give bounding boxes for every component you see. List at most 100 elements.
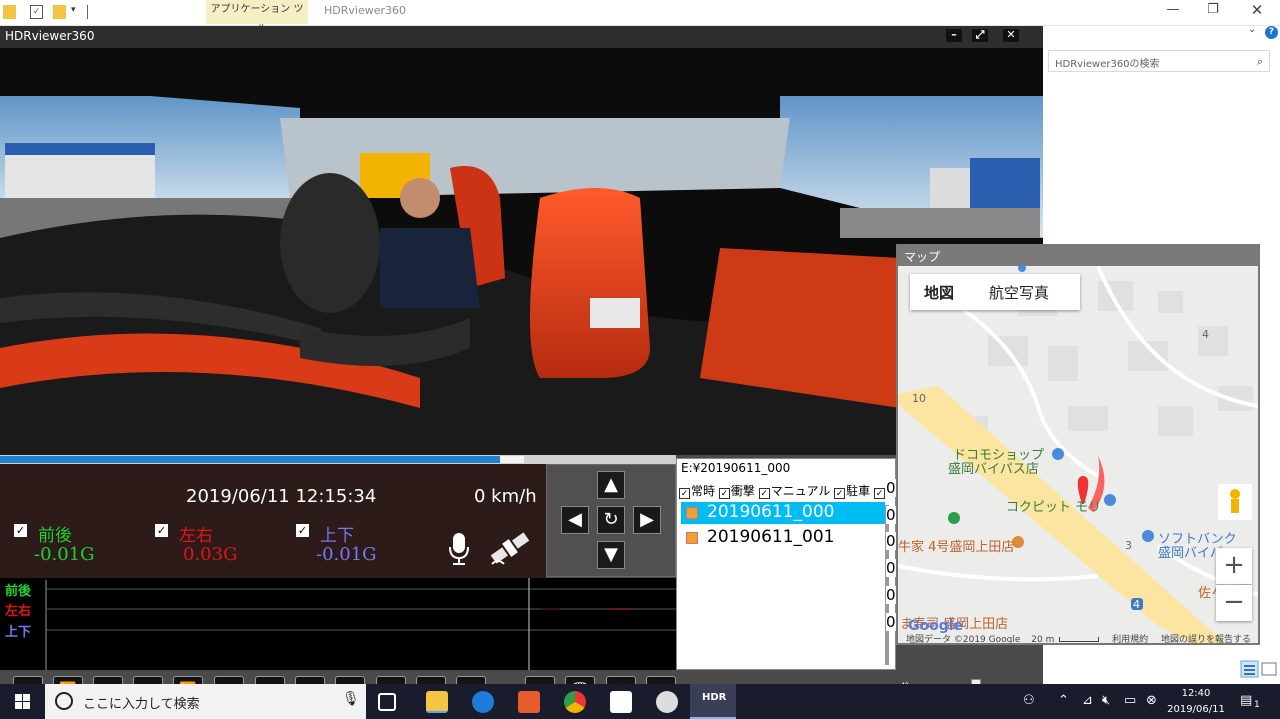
close-button[interactable]: ✕ bbox=[1003, 29, 1019, 42]
pan-up-button[interactable]: ▲ bbox=[597, 471, 625, 499]
help-icon[interactable]: ? bbox=[1265, 26, 1278, 39]
app-title: HDRviewer360 bbox=[5, 29, 95, 43]
left-right-checkbox[interactable]: ✓ bbox=[155, 524, 168, 537]
tab-application-tools[interactable]: アプリケーション ツール bbox=[206, 0, 308, 35]
file-explorer-icon[interactable] bbox=[426, 691, 448, 713]
filter-manual-checkbox[interactable]: ✓ bbox=[758, 488, 770, 499]
tab-aerial[interactable]: 航空写真 bbox=[989, 282, 1049, 303]
map-place-docomo-sub[interactable]: 盛岡バイパス店 bbox=[948, 458, 1039, 477]
report-error-link[interactable]: 地図の誤りを報告する bbox=[1161, 635, 1251, 643]
map-place-gyuya[interactable]: 牛家 4号盛岡上田店 bbox=[898, 536, 1014, 555]
search-placeholder: HDRviewer360の検索 bbox=[1055, 59, 1160, 70]
progress-handle[interactable] bbox=[500, 456, 524, 463]
map-route-number: 4 bbox=[1202, 328, 1209, 341]
taskbar-clock[interactable]: 12:40 2019/06/11 bbox=[1166, 686, 1226, 718]
file-row[interactable]: 20190611_001 bbox=[681, 527, 885, 549]
status-panel: 2019/06/11 12:15:34 0 km/h ✓ 前後 -0.01G ✓… bbox=[0, 464, 546, 578]
close-button[interactable]: ✕ bbox=[1237, 0, 1277, 22]
video-viewer[interactable] bbox=[0, 48, 1043, 455]
progress-fill bbox=[0, 456, 500, 463]
network-icon[interactable]: ⊿ bbox=[1082, 693, 1093, 708]
notification-count: 1 bbox=[1254, 700, 1260, 710]
properties-icon[interactable]: ✓ bbox=[30, 5, 43, 19]
front-back-label: 前後 bbox=[38, 526, 72, 546]
view-direction-pad: ▲ ◀ ↻ ▶ ▼ bbox=[546, 464, 676, 577]
close-circle-icon[interactable]: ⊗ bbox=[1146, 693, 1157, 708]
filter-impact[interactable]: ✓ 衝撃 bbox=[718, 484, 755, 499]
playback-progress-bar[interactable] bbox=[0, 455, 676, 464]
microphone-icon[interactable] bbox=[448, 532, 470, 566]
map-route-number: 4 bbox=[1133, 598, 1140, 611]
tab-map[interactable]: 地図 bbox=[924, 282, 954, 303]
minimize-button[interactable]: — bbox=[1153, 0, 1193, 22]
up-down-checkbox[interactable]: ✓ bbox=[296, 524, 309, 537]
zoom-in-button[interactable]: + bbox=[1216, 548, 1252, 584]
windows-start-icon[interactable] bbox=[0, 684, 45, 719]
maximize-button[interactable]: ⤢ bbox=[972, 29, 988, 42]
speed-readout: 0 km/h bbox=[474, 486, 537, 507]
filter-impact-label: 衝撃 bbox=[730, 484, 755, 498]
map-scale: 20 m bbox=[1031, 635, 1055, 645]
chevron-down-icon[interactable]: ⌄ bbox=[1248, 24, 1256, 35]
side-value: 0 bbox=[886, 559, 896, 577]
left-right-value: 0.03G bbox=[183, 544, 238, 565]
pan-right-button[interactable]: ▶ bbox=[633, 506, 661, 534]
map-type-tabs: 地図 航空写真 bbox=[910, 274, 1080, 310]
map-window[interactable]: マップ 地図 航空写真 10 4 ドコモショップ 盛岡バイパス店 コクピット モ… bbox=[896, 244, 1260, 645]
explorer-ribbon-bar: ✓ ▾ アプリケーション ツール HDRviewer360 — ❐ ✕ bbox=[0, 0, 1280, 35]
filter-parking[interactable]: ✓ 駐車 bbox=[834, 484, 870, 499]
filter-always[interactable]: ✓ 常時 bbox=[679, 484, 716, 499]
media-player-icon[interactable] bbox=[518, 691, 540, 713]
filter-parking-checkbox[interactable]: ✓ bbox=[834, 488, 846, 499]
gps-satellite-icon[interactable] bbox=[488, 528, 532, 568]
zoom-out-button[interactable]: − bbox=[1216, 585, 1252, 621]
front-back-checkbox[interactable]: ✓ bbox=[14, 524, 27, 537]
file-list-scrollbar[interactable] bbox=[885, 505, 889, 665]
minimize-button[interactable]: – bbox=[946, 29, 962, 42]
edge-icon[interactable] bbox=[472, 691, 494, 713]
app-bird-icon[interactable] bbox=[656, 691, 678, 713]
map-route-number: 10 bbox=[912, 392, 926, 405]
filter-manual[interactable]: ✓ マニュアル bbox=[758, 484, 830, 499]
reset-view-button[interactable]: ↻ bbox=[597, 506, 625, 534]
taskbar-search[interactable]: ここに入力して検索 🎙︎ bbox=[45, 684, 366, 719]
search-input[interactable]: HDRviewer360の検索 ⌕ bbox=[1048, 50, 1270, 72]
filter-impact-checkbox[interactable]: ✓ bbox=[718, 488, 730, 499]
pan-left-button[interactable]: ◀ bbox=[561, 506, 589, 534]
graph-plot bbox=[45, 578, 676, 670]
chevron-down-icon[interactable]: ▾ bbox=[71, 5, 84, 19]
file-row[interactable]: 20190611_000 bbox=[681, 502, 885, 524]
file-list-panel: E:¥20190611_000 ✓ 常時 ✓ 衝撃 ✓ マニュアル ✓ 駐車 ✓ 201… bbox=[676, 458, 896, 670]
store-icon[interactable] bbox=[610, 691, 632, 713]
windows-taskbar: ここに入力して検索 🎙︎ HDR ⚇ ⌃ ⊿ 🔇︎ ▭ ⊗ 12:40 2019… bbox=[0, 684, 1280, 719]
microphone-icon[interactable]: 🎙︎ bbox=[342, 691, 360, 707]
app-titlebar: HDRviewer360 – ⤢ ✕ bbox=[0, 26, 1043, 48]
filter-always-label: 常時 bbox=[691, 484, 716, 498]
people-icon[interactable]: ⚇ bbox=[1023, 693, 1035, 708]
new-folder-icon[interactable] bbox=[53, 5, 66, 19]
folder-icon[interactable] bbox=[3, 5, 16, 19]
search-icon[interactable]: ⌕ bbox=[1257, 55, 1263, 69]
chrome-icon[interactable] bbox=[564, 691, 586, 713]
up-down-value: -0.01G bbox=[316, 544, 377, 565]
view-toggle-icons[interactable] bbox=[1240, 660, 1280, 678]
gsensor-graph[interactable]: 前後 左右 上下 bbox=[0, 578, 676, 670]
clock-date: 2019/06/11 bbox=[1167, 704, 1225, 715]
task-view-icon[interactable] bbox=[378, 693, 396, 711]
filter-always-checkbox[interactable]: ✓ bbox=[679, 488, 690, 499]
taskbar-search-text: ここに入力して検索 bbox=[83, 697, 200, 712]
volume-mute-icon[interactable]: 🔇︎ bbox=[1102, 693, 1110, 708]
terms-link[interactable]: 利用規約 bbox=[1112, 635, 1148, 643]
pan-down-button[interactable]: ▼ bbox=[597, 541, 625, 569]
hdr-app-taskbar-item[interactable]: HDR bbox=[690, 684, 736, 719]
map-place-softbank-sub[interactable]: 盛岡バイパ bbox=[1158, 542, 1223, 561]
notification-icon[interactable]: ▤ bbox=[1240, 693, 1252, 708]
filter-extra-checkbox[interactable]: ✓ bbox=[874, 488, 885, 499]
restore-button[interactable]: ❐ bbox=[1193, 0, 1233, 22]
side-value: 0 bbox=[886, 479, 896, 497]
chevron-up-icon[interactable]: ⌃ bbox=[1058, 693, 1069, 708]
cortana-circle-icon bbox=[55, 692, 73, 710]
map-place-cockpit[interactable]: コクピット モリ bbox=[1006, 496, 1101, 515]
battery-icon[interactable]: ▭ bbox=[1124, 693, 1136, 708]
video-frame bbox=[0, 48, 1043, 455]
